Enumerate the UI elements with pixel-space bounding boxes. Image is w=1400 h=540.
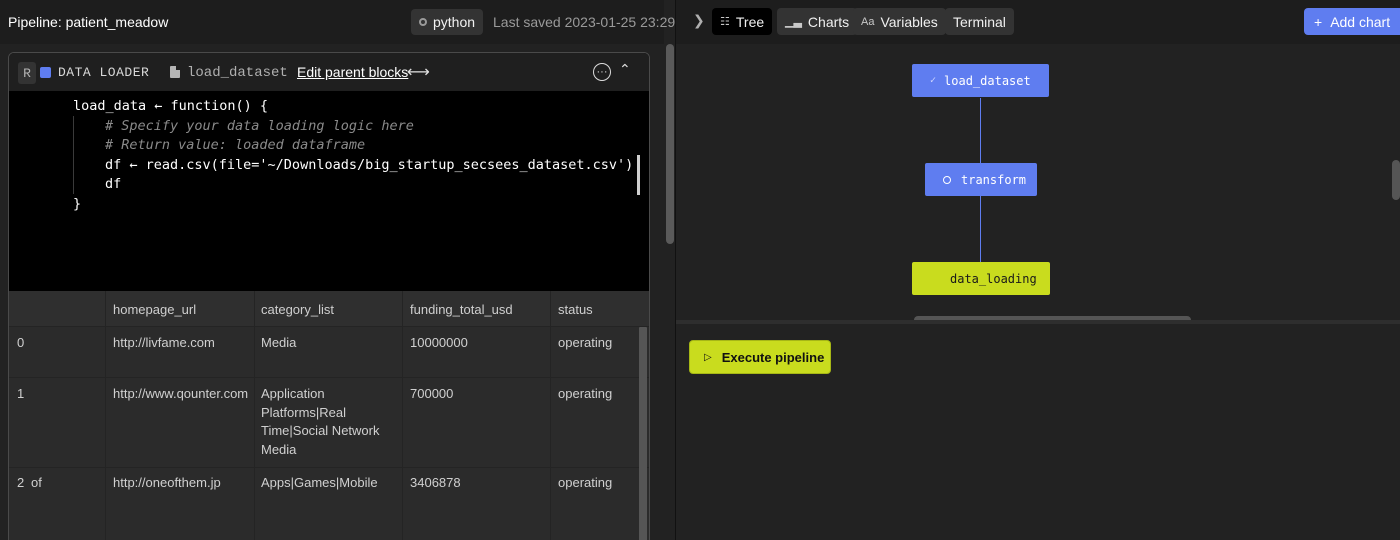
tree-node-load-dataset[interactable]: ✓ load_dataset [912, 64, 1049, 97]
cell-extra: of [31, 475, 42, 490]
cell-status: operating [558, 335, 613, 350]
code-line: df [105, 176, 122, 192]
execute-label: Execute pipeline [721, 349, 825, 365]
code-comment-line: # Specify your data loading logic here [105, 118, 414, 134]
pipeline-header: Pipeline: patient_meadow python Last sav… [0, 0, 675, 44]
tab-terminal[interactable]: Terminal [945, 8, 1014, 35]
data-loader-block: R DATA LOADER load_dataset Edit parent b… [8, 52, 650, 540]
tab-tree[interactable]: ☷ Tree [712, 8, 773, 35]
execute-pipeline-button[interactable]: ▷ Execute pipeline [689, 340, 831, 374]
code-line: } [73, 196, 82, 212]
tree-node-transform[interactable]: transform [925, 163, 1037, 196]
indent-guide [73, 116, 74, 194]
cell-funding: 10000000 [410, 335, 468, 350]
cell-homepage-url: http://livfame.com [113, 335, 215, 350]
tree-node-data-loading[interactable]: data_loading [912, 262, 1050, 295]
row-index: 2 [17, 475, 25, 490]
column-header: homepage_url [113, 302, 197, 317]
file-icon [170, 66, 180, 78]
tab-label: Terminal [953, 13, 1006, 30]
tree-edge [980, 98, 981, 163]
chevron-right-icon[interactable]: ❯ [693, 12, 705, 29]
cell-homepage-url: http://oneofthem.jp [113, 475, 221, 490]
pipeline-title: Pipeline: patient_meadow [8, 14, 169, 30]
edit-parent-blocks-link[interactable]: Edit parent blocks [297, 64, 408, 80]
language-r-badge: R [18, 62, 36, 84]
code-editor[interactable]: load_data ← function() { # Specify your … [9, 91, 649, 320]
tab-label: Charts [807, 13, 850, 30]
arrows-icon[interactable]: ⟷ [407, 62, 430, 82]
table-row: 1 http://www.qounter.com Application Pla… [9, 378, 649, 468]
language-badge[interactable]: python [411, 9, 484, 35]
code-line: df ← read.csv(file='~/Downloads/big_star… [105, 157, 634, 173]
tree-vertical-scrollbar[interactable] [1392, 160, 1400, 200]
table-vertical-scrollbar[interactable] [639, 327, 647, 540]
dependency-tree: ✓ load_dataset transform data_loading [676, 44, 1400, 324]
block-type-label: DATA LOADER [58, 65, 150, 80]
tab-variables[interactable]: Aa Variables [853, 8, 946, 35]
tab-label: Variables [880, 13, 938, 30]
execute-panel: ▷ Execute pipeline [676, 324, 1400, 540]
column-header: status [558, 302, 593, 317]
code-comment-line: # Return value: loaded dataframe [105, 137, 366, 153]
cell-funding: 3406878 [410, 475, 461, 490]
sidekick-header: ❯ ☷ Tree ▁▃ Charts Aa Variables Terminal… [676, 0, 1400, 44]
more-options-icon[interactable]: ··· [593, 63, 611, 81]
add-chart-label: Add chart [1330, 13, 1391, 30]
left-panel-scrollbar[interactable] [666, 44, 674, 244]
row-index: 0 [17, 335, 25, 350]
tab-label: Tree [735, 13, 765, 30]
cell-funding: 700000 [410, 386, 454, 401]
tree-edge [980, 196, 981, 263]
output-table: homepage_url category_list funding_total… [9, 291, 649, 540]
cell-category-list: Media [261, 335, 297, 350]
node-label: load_dataset [944, 73, 1031, 88]
code-line: load_data ← function() { [73, 98, 269, 114]
python-icon [419, 18, 427, 26]
language-label: python [433, 14, 476, 30]
column-header: funding_total_usd [410, 302, 513, 317]
node-label: transform [961, 172, 1027, 187]
node-label: data_loading [950, 271, 1037, 286]
chart-icon: ▁▃ [785, 16, 802, 28]
circle-icon [943, 175, 951, 184]
block-header: R DATA LOADER load_dataset Edit parent b… [9, 53, 649, 91]
add-chart-button[interactable]: + Add chart [1304, 8, 1400, 35]
tree-icon: ☷ [720, 16, 730, 28]
play-icon: ▷ [704, 351, 712, 363]
table-row: 2 of http://oneofthem.jp Apps|Games|Mobi… [9, 468, 649, 540]
plus-icon: + [1314, 13, 1323, 30]
chevron-up-icon[interactable]: ⌃ [619, 61, 631, 78]
row-index: 1 [17, 386, 25, 401]
block-file-name[interactable]: load_dataset [187, 65, 288, 81]
column-header: category_list [261, 302, 334, 317]
table-row: 0 http://livfame.com Media 10000000 oper… [9, 327, 649, 378]
check-icon: ✓ [930, 75, 937, 86]
variables-icon: Aa [861, 15, 875, 28]
last-saved-text: Last saved 2023-01-25 23:29 [493, 14, 676, 30]
cell-category-list: Application Platforms|Real Time|Social N… [261, 386, 380, 457]
cell-homepage-url: http://www.qounter.com [113, 386, 249, 401]
block-color-icon [40, 67, 51, 78]
cell-status: operating [558, 386, 613, 401]
editor-scroll-thumb[interactable] [637, 155, 640, 195]
tab-charts[interactable]: ▁▃ Charts [777, 8, 858, 35]
cell-status: operating [558, 475, 613, 490]
cell-category-list: Apps|Games|Mobile [261, 475, 378, 490]
